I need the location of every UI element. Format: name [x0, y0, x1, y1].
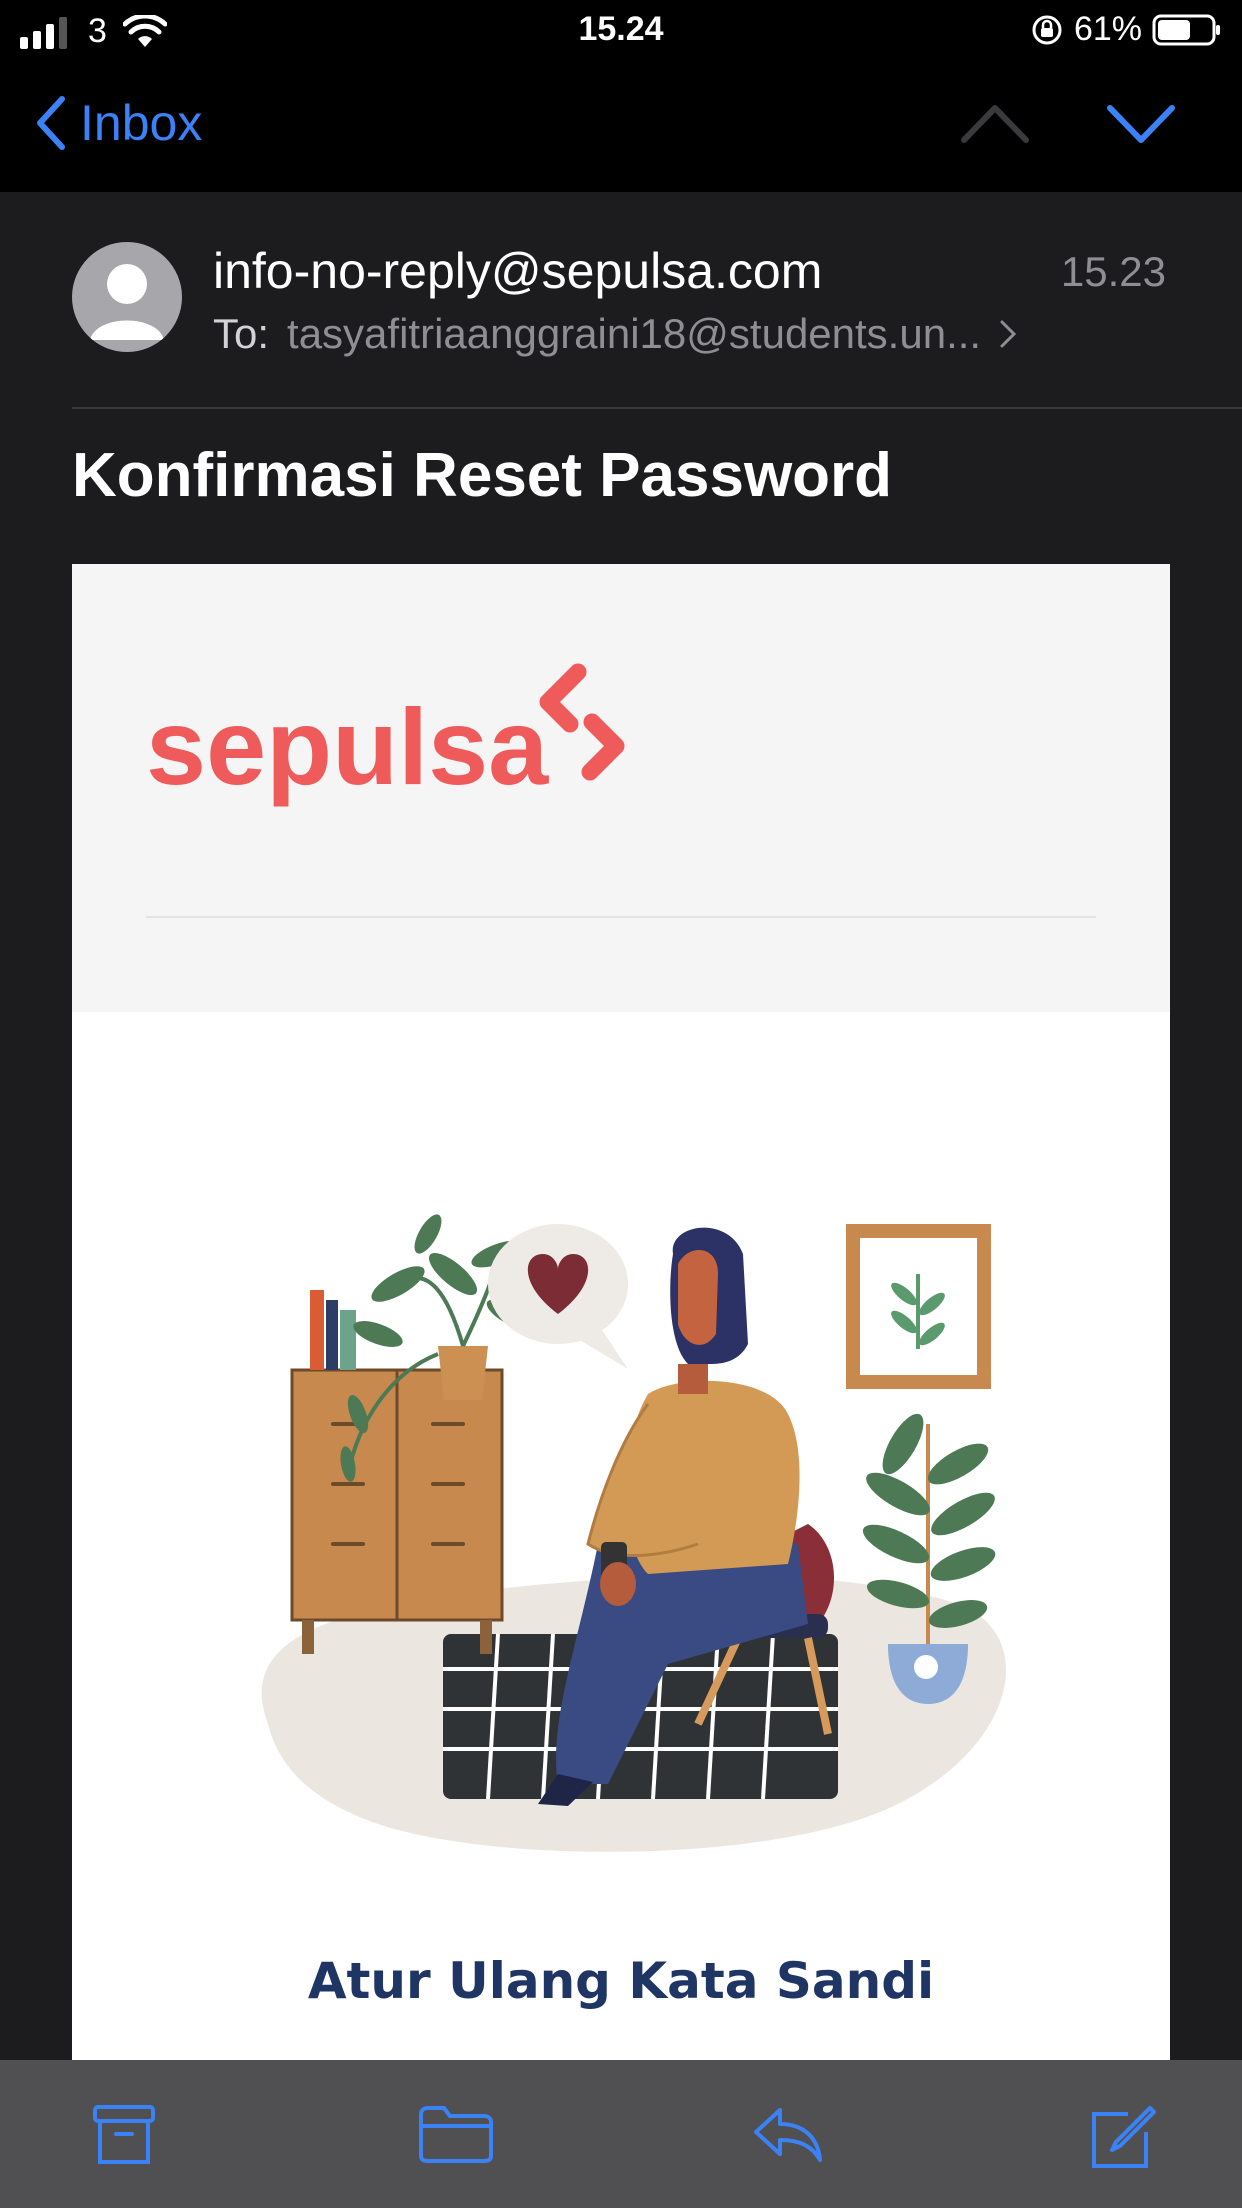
orientation-lock-icon [1032, 15, 1062, 44]
chevron-right-icon [1000, 320, 1017, 348]
battery-percent: 61% [1073, 10, 1142, 48]
brand-chevron-mark [539, 663, 625, 781]
header-band-divider [146, 916, 1096, 918]
brand-logo[interactable]: sepulsa [146, 654, 666, 829]
folder-icon [419, 2106, 493, 2163]
avatar[interactable] [72, 242, 182, 352]
nav-bar: Inbox [0, 64, 1242, 192]
reset-password-illustration [198, 1124, 1058, 1889]
move-to-folder-button[interactable] [418, 2104, 494, 2169]
archive-icon [93, 2105, 155, 2164]
back-to-inbox-button[interactable]: Inbox [36, 94, 202, 152]
compose-icon [1092, 2106, 1156, 2168]
wall-frame [846, 1224, 991, 1389]
person-icon [90, 264, 164, 340]
reply-icon [754, 2108, 822, 2162]
header-divider [72, 407, 1242, 409]
recipient-line[interactable]: To: tasyafitriaanggraini18@students.un..… [213, 310, 1017, 358]
mail-header: info-no-reply@sepulsa.com 15.23 To: tasy… [0, 192, 1242, 408]
email-body: sepulsa Atur Ulang Kata Sandi [72, 564, 1170, 2060]
sender-address[interactable]: info-no-reply@sepulsa.com [213, 242, 822, 300]
to-label: To: [213, 310, 270, 357]
recipient-address: tasyafitriaanggraini18@students.un... [287, 310, 982, 357]
email-header-band: sepulsa [72, 564, 1170, 1012]
speech-bubble [488, 1224, 628, 1369]
next-message-button[interactable] [1106, 100, 1176, 151]
reply-button[interactable] [752, 2104, 824, 2171]
chevron-up-icon [961, 105, 1029, 143]
chevron-left-icon [37, 96, 65, 150]
compose-button[interactable] [1088, 2104, 1156, 2177]
brand-wordmark: sepulsa [146, 686, 549, 807]
previous-message-button[interactable] [960, 100, 1030, 151]
archive-button[interactable] [92, 2104, 156, 2171]
chevron-down-icon [1107, 105, 1175, 143]
sent-time: 15.23 [1060, 248, 1166, 295]
battery-icon [1152, 14, 1220, 45]
bottom-toolbar [0, 2060, 1242, 2208]
cabinet [290, 1368, 504, 1654]
status-right: 61% [1030, 10, 1222, 49]
email-subject: Konfirmasi Reset Password [72, 441, 893, 510]
status-bar: 3 15.24 61% [0, 0, 1242, 64]
reset-heading: Atur Ulang Kata Sandi [307, 1952, 935, 2010]
back-label: Inbox [80, 95, 203, 151]
books [310, 1290, 356, 1370]
